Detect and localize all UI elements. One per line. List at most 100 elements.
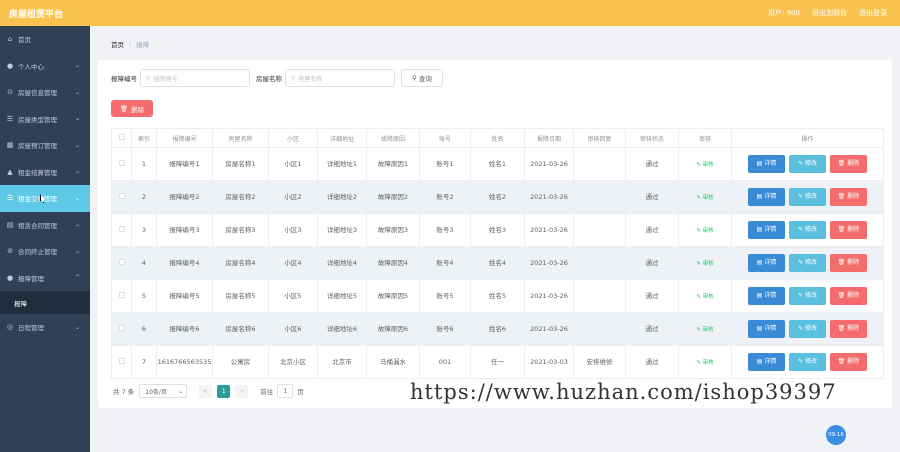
checkbox-cell (111, 345, 132, 379)
detail-button[interactable]: ▤ 详情 (748, 155, 785, 173)
page-number[interactable]: 1 (217, 384, 231, 398)
audit-link[interactable]: ✎ 审核 (696, 327, 713, 333)
select-all-checkbox[interactable] (118, 134, 125, 140)
sidebar-item-label: 租金交纳管理 (18, 195, 57, 204)
sidebar-subitem-fault[interactable]: 报障 (0, 291, 90, 314)
delete-button[interactable]: 🗑 删除 (830, 188, 867, 206)
cell-audit: ✎ 审核 (678, 246, 732, 280)
cell-audit: ✎ 审核 (678, 180, 732, 214)
sidebar-item-rent-settle[interactable]: ▲ 租金结算管理 ⌄ (0, 159, 90, 186)
audit-link[interactable]: ✎ 审核 (696, 360, 713, 366)
cell-code: 报障编号2 (156, 180, 213, 214)
edit-button[interactable]: ✎ 修改 (789, 221, 826, 239)
row-checkbox[interactable] (118, 325, 125, 331)
button-label: 详情 (764, 226, 777, 233)
chevron-down-icon: ⌄ (74, 141, 80, 149)
sidebar-item-contract[interactable]: ▤ 租赁合同管理 ⌄ (0, 212, 90, 239)
sidebar-item-fault[interactable]: ● 报障管理 ⌃ (0, 265, 90, 292)
sidebar-item-home[interactable]: ⌂ 首页 (0, 26, 90, 53)
audit-link[interactable]: ✎ 审核 (696, 261, 713, 267)
sidebar-item-label: 个人中心 (18, 62, 44, 71)
breadcrumb-home[interactable]: 首页 (111, 39, 124, 49)
sidebar-item-house-info[interactable]: ⊙ 房屋信息管理 ⌄ (0, 79, 90, 106)
prev-page-button[interactable]: < (199, 384, 213, 398)
audit-link[interactable]: ✎ 审核 (696, 162, 713, 168)
search-input-code[interactable]: ⚲ 报障编号 (140, 69, 250, 87)
username-label: 用户: 900 (768, 9, 800, 17)
batch-delete-button[interactable]: 🗑 删除 (111, 100, 153, 117)
page-size-select[interactable]: 10条/页 ⌄ (139, 384, 188, 398)
cell-reason: 故障原因6 (366, 312, 420, 346)
audit-link[interactable]: ✎ 审核 (696, 294, 713, 300)
audit-link[interactable]: ✎ 审核 (696, 195, 713, 201)
edit-button[interactable]: ✎ 修改 (789, 287, 826, 305)
button-label: 修改 (805, 226, 818, 233)
goto-label: 前往 (260, 388, 274, 396)
cell-name: 房屋名称2 (212, 180, 269, 214)
detail-button[interactable]: ▤ 详情 (748, 287, 785, 305)
search-label-name: 房屋名称 (256, 75, 282, 83)
pager-total: 共 7 条 (113, 388, 135, 396)
row-checkbox[interactable] (118, 160, 125, 166)
cell-date: 2021-03-26 (524, 312, 574, 346)
header-checkbox-cell[interactable] (111, 128, 132, 148)
detail-button[interactable]: ▤ 详情 (748, 221, 785, 239)
cell-status: 通过 (625, 312, 679, 346)
cell-name: 公寓房 (212, 345, 269, 379)
detail-button[interactable]: ▤ 详情 (748, 320, 785, 338)
edit-icon: ✎ (797, 259, 803, 266)
doc-icon: ▤ (756, 292, 763, 299)
float-badge[interactable]: 09:16 (826, 425, 846, 445)
sidebar-item-label: 租金结算管理 (18, 168, 57, 177)
query-button[interactable]: ⚲ 查询 (401, 69, 443, 87)
next-page-button[interactable]: > (235, 384, 249, 398)
cell-name: 房屋名称3 (212, 213, 269, 247)
sidebar-item-contract-stop[interactable]: ⊘ 合同终止管理 ⌄ (0, 238, 90, 265)
sidebar-item-rent-pay[interactable]: ☰ 租金交纳管理 ⌄ (0, 185, 90, 212)
list-icon: ☰ (6, 194, 14, 203)
edit-button[interactable]: ✎ 修改 (789, 155, 826, 173)
delete-button[interactable]: 🗑 删除 (830, 287, 867, 305)
page-size-value: 10条/页 (145, 388, 167, 396)
delete-button[interactable]: 🗑 删除 (830, 221, 867, 239)
detail-button[interactable]: ▤ 详情 (748, 353, 785, 371)
goto-input[interactable]: 1 (277, 384, 294, 398)
sidebar-item-house-type[interactable]: ☰ 房屋类型管理 ⌄ (0, 106, 90, 133)
delete-button[interactable]: 🗑 删除 (830, 155, 867, 173)
sidebar-item-profile[interactable]: ● 个人中心 ⌄ (0, 53, 90, 80)
row-checkbox[interactable] (118, 193, 125, 199)
row-checkbox[interactable] (118, 259, 125, 265)
delete-button[interactable]: 🗑 删除 (830, 353, 867, 371)
sidebar-item-schedule[interactable]: ◎ 日程管理 ⌄ (0, 314, 90, 341)
cell-idx: 3 (131, 213, 157, 247)
search-placeholder: 房屋名称 (298, 75, 323, 83)
row-checkbox[interactable] (118, 292, 125, 298)
cell-idx: 5 (131, 279, 157, 313)
sidebar: ⌂ 首页 ● 个人中心 ⌄ ⊙ 房屋信息管理 ⌄ ☰ 房屋类型管理 ⌄ ▦ 房屋预订管理 ⌄ ▲ 租… (0, 26, 90, 452)
sidebar-item-booking[interactable]: ▦ 房屋预订管理 ⌄ (0, 132, 90, 159)
cell-person: 姓名3 (470, 213, 525, 247)
delete-button[interactable]: 🗑 删除 (830, 320, 867, 338)
edit-button[interactable]: ✎ 修改 (789, 320, 826, 338)
delete-button[interactable]: 🗑 删除 (830, 254, 867, 272)
edit-button[interactable]: ✎ 修改 (789, 254, 826, 272)
list-icon: ☰ (6, 114, 14, 123)
audit-link[interactable]: ✎ 审核 (696, 228, 713, 234)
cell-person: 姓名4 (470, 246, 525, 280)
button-label: 删除 (847, 193, 860, 200)
goto-unit: 页 (297, 388, 304, 396)
cell-area: 北京小区 (268, 345, 318, 379)
front-link[interactable]: 退出到前台 (812, 8, 847, 18)
row-checkbox[interactable] (118, 358, 125, 364)
detail-button[interactable]: ▤ 详情 (748, 188, 785, 206)
row-checkbox[interactable] (118, 226, 125, 232)
search-input-name[interactable]: ⚲ 房屋名称 (285, 69, 395, 87)
logout-link[interactable]: 退出登录 (859, 8, 887, 18)
edit-button[interactable]: ✎ 修改 (789, 188, 826, 206)
detail-button[interactable]: ▤ 详情 (748, 254, 785, 272)
edit-button[interactable]: ✎ 修改 (789, 353, 826, 371)
search-form: 报障编号 ⚲ 报障编号 房屋名称 ⚲ 房屋名称 ⚲ 查询 (111, 69, 443, 87)
column-header: 房屋名称 (212, 128, 269, 148)
cell-reply (573, 279, 626, 313)
checkbox-cell (111, 312, 132, 346)
